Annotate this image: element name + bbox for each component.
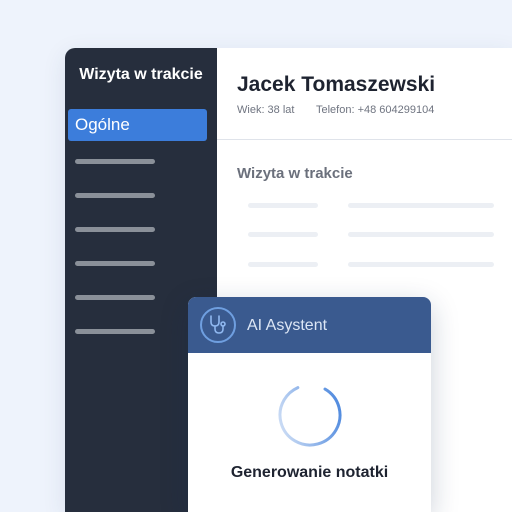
sidebar-item-placeholder[interactable] [75, 261, 155, 266]
placeholder-line [248, 203, 318, 208]
stethoscope-icon [200, 307, 236, 343]
patient-name: Jacek Tomaszewski [237, 73, 436, 96]
loading-spinner [278, 383, 342, 447]
sidebar-item-placeholder[interactable] [75, 193, 155, 198]
placeholder-line [348, 262, 494, 267]
sidebar-item-placeholder[interactable] [75, 295, 155, 300]
ai-assistant-panel: AI Asystent Generowanie notatki [188, 297, 431, 512]
sidebar-item-placeholder[interactable] [75, 159, 155, 164]
placeholder-line [248, 262, 318, 267]
sidebar-item-ogolne[interactable]: Ogólne [68, 109, 207, 141]
sidebar-title: Wizyta w trakcie [79, 66, 203, 83]
sidebar-item-placeholder[interactable] [75, 329, 155, 334]
sidebar-item-placeholder[interactable] [75, 227, 155, 232]
placeholder-line [348, 203, 494, 208]
section-title: Wizyta w trakcie [237, 165, 353, 182]
placeholder-line [348, 232, 494, 237]
patient-age: Wiek: 38 lat [237, 104, 295, 116]
ai-panel-title: AI Asystent [247, 317, 328, 334]
generation-status: Generowanie notatki [230, 464, 389, 481]
ai-panel-header: AI Asystent [188, 297, 431, 353]
patient-header: Jacek Tomaszewski Wiek: 38 lat Telefon: … [217, 48, 512, 140]
placeholder-line [248, 232, 318, 237]
patient-phone: Telefon: +48 604299104 [316, 104, 435, 116]
